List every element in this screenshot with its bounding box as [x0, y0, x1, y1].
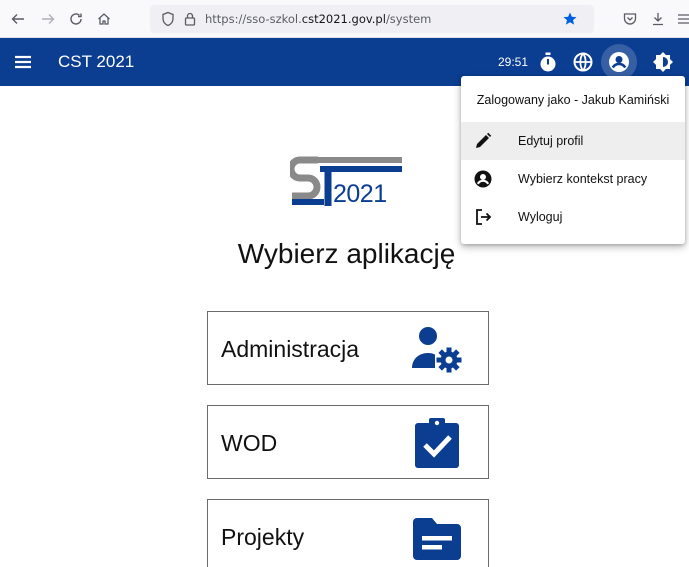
lock-icon[interactable] — [182, 11, 198, 27]
back-button[interactable] — [8, 9, 28, 29]
pocket-button[interactable] — [620, 9, 640, 29]
app-card-wod[interactable]: WOD — [207, 405, 489, 479]
app-title: CST 2021 — [58, 52, 135, 71]
user-account-button[interactable] — [601, 44, 637, 80]
globe-icon[interactable] — [572, 51, 594, 73]
arrow-left-icon — [11, 14, 24, 24]
download-icon — [653, 13, 663, 26]
menu-item-select-context[interactable]: Wybierz kontekst pracy — [461, 160, 685, 198]
arrow-right-icon — [42, 14, 55, 24]
menu-item-label: Edytuj profil — [518, 134, 584, 148]
menu-item-logout[interactable]: Wyloguj — [461, 198, 685, 236]
url-domain: cst2021.gov.pl — [301, 12, 386, 26]
logged-in-as: Zalogowany jako - Jakub Kamiński — [476, 93, 670, 107]
shield-icon[interactable] — [160, 11, 176, 27]
reload-icon — [70, 13, 82, 25]
reload-button[interactable] — [66, 9, 86, 29]
hamburger-icon[interactable] — [12, 51, 34, 73]
brightness-icon[interactable] — [652, 51, 674, 73]
home-button[interactable] — [94, 9, 114, 29]
timer-icon[interactable] — [537, 51, 559, 73]
menu-item-edit-profile[interactable]: Edytuj profil — [461, 122, 685, 160]
menu-button[interactable] — [674, 9, 689, 29]
downloads-button[interactable] — [648, 9, 668, 29]
browser-toolbar: https://sso-szkol.cst2021.gov.pl/system — [0, 0, 689, 38]
home-icon — [98, 13, 110, 25]
menu-lines-icon — [678, 14, 689, 24]
app-card-label: Administracja — [221, 336, 360, 362]
pencil-icon — [476, 132, 492, 148]
folder-icon — [413, 518, 461, 560]
app-card-label: Projekty — [221, 524, 305, 550]
app-card-label: WOD — [221, 430, 278, 456]
url-suffix: /system — [385, 12, 432, 26]
app-card-administracja[interactable]: Administracja — [207, 311, 489, 385]
account-circle-icon — [609, 52, 629, 72]
logout-icon — [476, 209, 492, 225]
logo-year: 2021 — [333, 180, 387, 208]
forward-button[interactable] — [38, 9, 58, 29]
url-prefix: https://sso-szkol. — [205, 12, 302, 26]
clipboard-check-icon — [415, 418, 459, 468]
address-bar[interactable]: https://sso-szkol.cst2021.gov.pl/system — [150, 5, 594, 33]
menu-item-label: Wyloguj — [518, 210, 563, 224]
url-text[interactable]: https://sso-szkol.cst2021.gov.pl/system — [205, 12, 431, 26]
menu-item-label: Wybierz kontekst pracy — [518, 172, 648, 186]
user-menu: Zalogowany jako - Jakub Kamiński Edytuj … — [461, 76, 685, 244]
pocket-icon — [623, 13, 637, 25]
app-card-projekty[interactable]: Projekty — [207, 499, 489, 567]
admin-settings-icon — [412, 327, 462, 373]
account-circle-icon — [474, 170, 492, 188]
bookmark-star-icon[interactable] — [562, 11, 578, 27]
session-timer: 29:51 — [498, 55, 529, 69]
